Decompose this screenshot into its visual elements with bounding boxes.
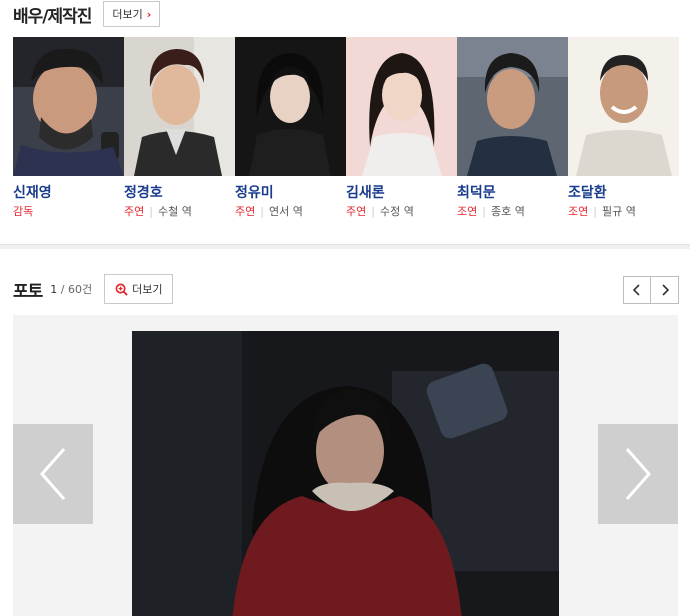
cast-more-button[interactable]: 더보기 › <box>103 1 161 27</box>
cast-card[interactable]: 정유미 주연 | 연서 역 <box>235 37 346 218</box>
cast-role: 주연 | 수철 역 <box>124 203 235 218</box>
cast-role: 조연 | 필규 역 <box>568 203 679 218</box>
pager-prev-button[interactable] <box>623 276 651 304</box>
zoom-in-icon <box>115 283 128 296</box>
cast-photo[interactable] <box>346 37 457 176</box>
role-divider: | <box>482 205 486 218</box>
cast-more-label: 더보기 <box>112 8 143 21</box>
cast-role-name: 종호 역 <box>490 205 525 218</box>
cast-name[interactable]: 조달환 <box>568 182 679 201</box>
cast-role: 주연 | 수정 역 <box>346 203 457 218</box>
cast-role-type: 조연 <box>457 205 478 218</box>
pager-next-button[interactable] <box>651 276 679 304</box>
cast-photo[interactable] <box>13 37 124 176</box>
cast-role-name: 수정 역 <box>379 205 414 218</box>
photo-more-button[interactable]: 더보기 <box>104 274 174 304</box>
chevron-left-icon <box>632 284 640 296</box>
section-divider <box>0 244 690 249</box>
chevron-left-icon <box>40 448 66 500</box>
cast-photo[interactable] <box>568 37 679 176</box>
photo-total: / 60건 <box>57 283 93 296</box>
cast-card[interactable]: 정경호 주연 | 수철 역 <box>124 37 235 218</box>
cast-card[interactable]: 김새론 주연 | 수정 역 <box>346 37 457 218</box>
photo-section-title: 포토 <box>13 281 43 302</box>
cast-role-type: 조연 <box>568 205 589 218</box>
cast-name[interactable]: 정유미 <box>235 182 346 201</box>
cast-role-name: 수철 역 <box>157 205 192 218</box>
cast-role-type: 감독 <box>13 205 34 218</box>
photo-viewer <box>13 315 678 616</box>
chevron-right-icon: › <box>146 7 152 21</box>
cast-photo[interactable] <box>457 37 568 176</box>
cast-name[interactable]: 김새론 <box>346 182 457 201</box>
cast-role: 감독 <box>13 203 124 218</box>
chevron-right-icon <box>625 448 651 500</box>
role-divider: | <box>593 205 597 218</box>
cast-role-type: 주연 <box>235 205 256 218</box>
cast-card[interactable]: 신재영 감독 <box>13 37 124 218</box>
cast-role-type: 주연 <box>346 205 367 218</box>
cast-name[interactable]: 신재영 <box>13 182 124 201</box>
photo-counter: 1 / 60건 <box>50 281 92 297</box>
cast-header: 배우/제작진 더보기 › <box>13 0 161 28</box>
role-divider: | <box>260 205 264 218</box>
cast-name[interactable]: 최덕문 <box>457 182 568 201</box>
cast-list: 신재영 감독 정경호 주연 | 수철 역 정유미 주연 | 연서 역 김새론 주… <box>13 37 679 218</box>
cast-role-name: 연서 역 <box>268 205 303 218</box>
cast-photo[interactable] <box>124 37 235 176</box>
photo-pager <box>623 276 679 304</box>
cast-role: 주연 | 연서 역 <box>235 203 346 218</box>
role-divider: | <box>371 205 375 218</box>
photo-header: 포토 1 / 60건 더보기 <box>13 274 174 304</box>
cast-name[interactable]: 정경호 <box>124 182 235 201</box>
photo-next-arrow[interactable] <box>598 424 678 524</box>
cast-photo[interactable] <box>235 37 346 176</box>
main-photo[interactable] <box>132 331 559 616</box>
cast-section-title: 배우/제작진 <box>13 6 92 27</box>
cast-role: 조연 | 종호 역 <box>457 203 568 218</box>
photo-prev-arrow[interactable] <box>13 424 93 524</box>
chevron-right-icon <box>661 284 669 296</box>
role-divider: | <box>149 205 153 218</box>
cast-role-type: 주연 <box>124 205 145 218</box>
cast-card[interactable]: 최덕문 조연 | 종호 역 <box>457 37 568 218</box>
cast-card[interactable]: 조달환 조연 | 필규 역 <box>568 37 679 218</box>
cast-role-name: 필규 역 <box>601 205 636 218</box>
photo-more-label: 더보기 <box>132 283 163 296</box>
